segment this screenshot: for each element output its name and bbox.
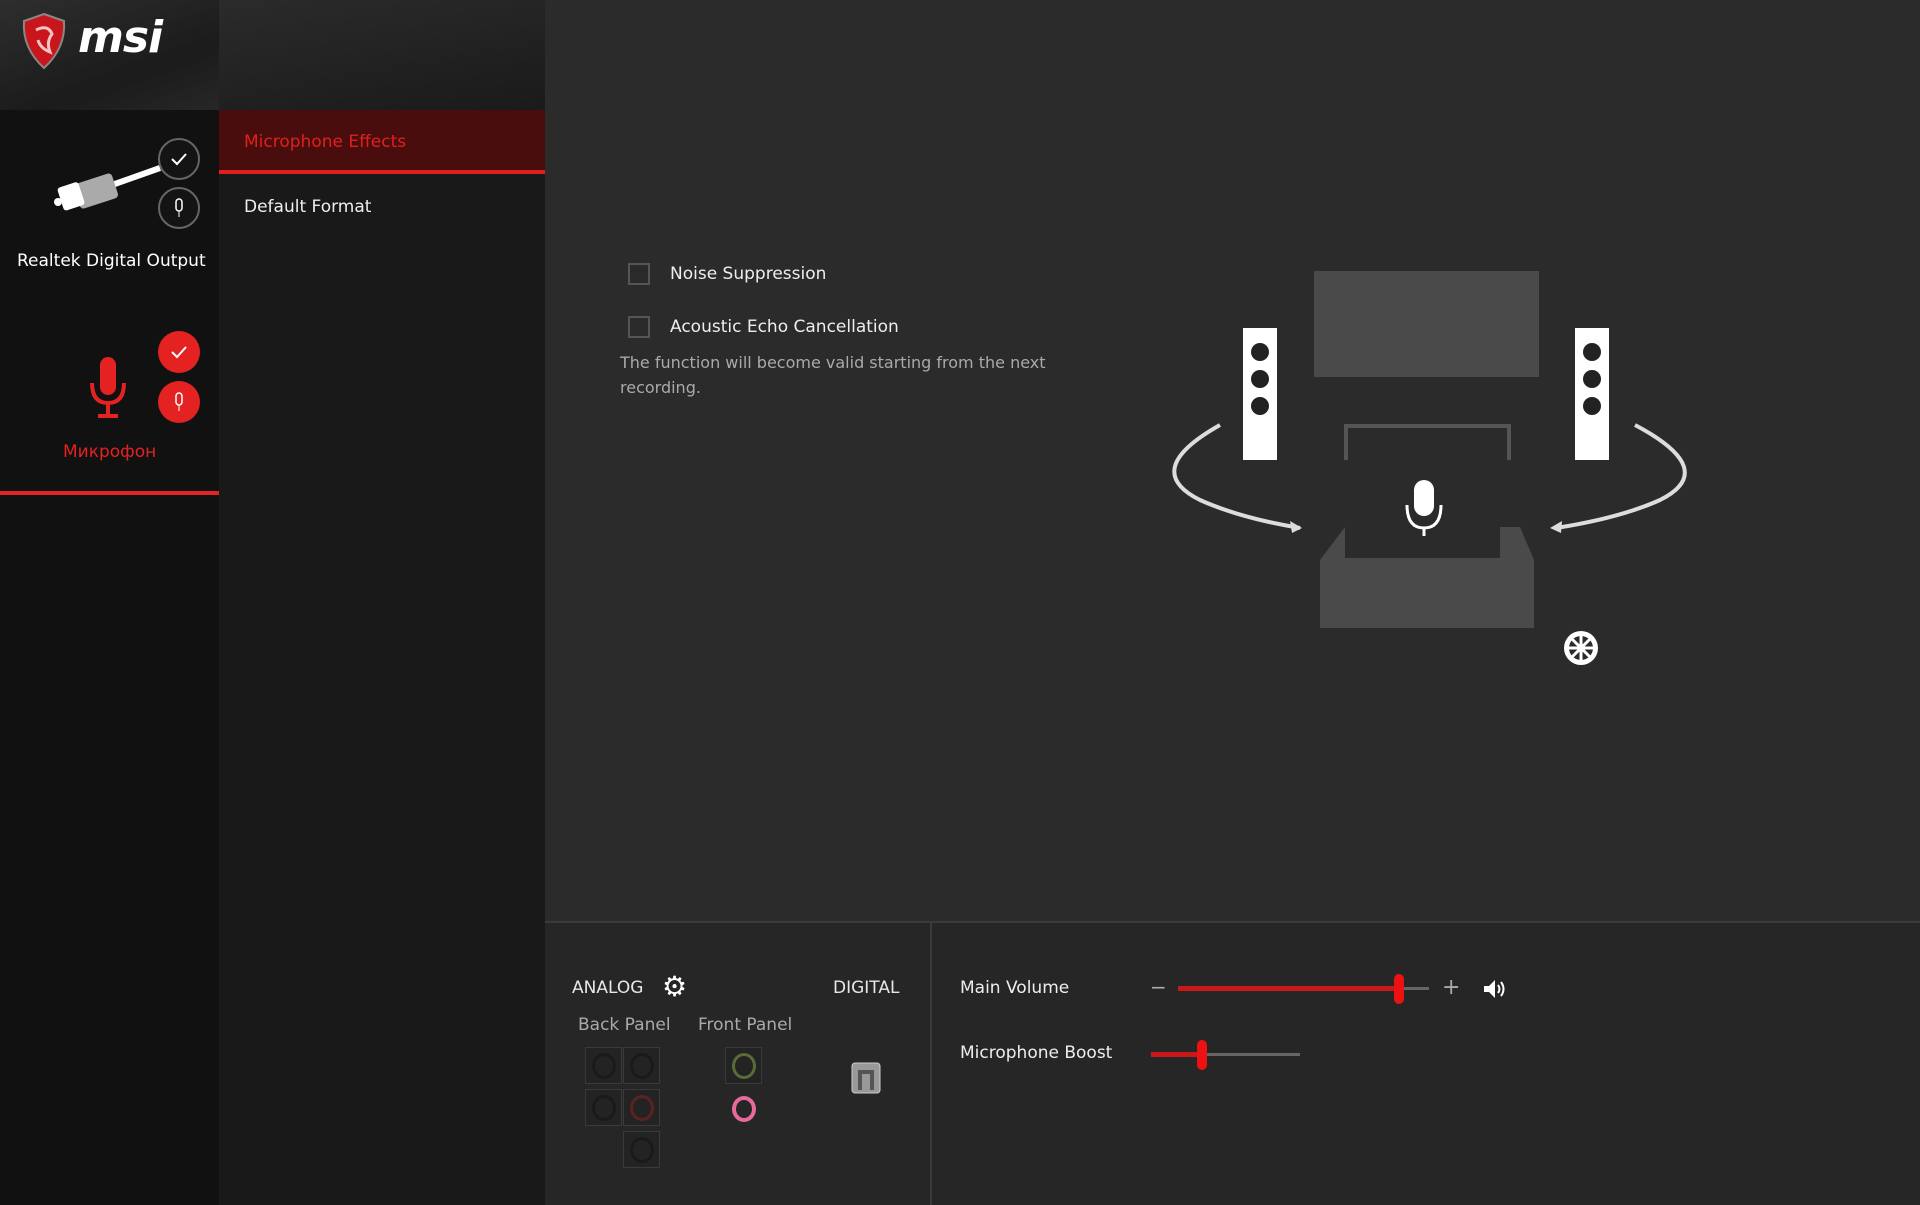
back-jack[interactable] — [623, 1047, 660, 1084]
main-volume-label: Main Volume — [960, 978, 1070, 998]
back-jack[interactable] — [623, 1131, 660, 1168]
microphone-boost-label: Microphone Boost — [960, 1043, 1113, 1063]
msi-wordmark: msi — [78, 12, 163, 63]
msi-logo: msi — [20, 12, 163, 74]
echo-cancellation-label: Acoustic Echo Cancellation — [670, 317, 899, 337]
microphone-boost-slider[interactable] — [1151, 1040, 1300, 1070]
device-realtek-digital-output[interactable]: Realtek Digital Output — [0, 130, 219, 280]
desk-shape — [1320, 527, 1534, 628]
front-panel-label: Front Panel — [698, 1015, 793, 1035]
fan-icon — [1564, 631, 1598, 665]
device-microphone[interactable]: Микрофон — [0, 325, 219, 495]
speaker-mute-icon[interactable] — [1482, 978, 1508, 1000]
default-device-check-icon[interactable] — [158, 331, 200, 373]
back-jack[interactable] — [585, 1089, 622, 1126]
front-jack-mic[interactable] — [725, 1090, 762, 1127]
device-label: Realtek Digital Output — [17, 251, 206, 271]
volume-decrease-button[interactable]: − — [1150, 975, 1167, 999]
digital-label: DIGITAL — [833, 978, 900, 998]
volume-increase-button[interactable]: + — [1442, 975, 1460, 1000]
echo-cancellation-illustration — [1172, 271, 1687, 665]
effects-note: The function will become valid starting … — [620, 353, 1046, 397]
left-arrow — [1172, 423, 1301, 530]
digital-cable-icon — [54, 165, 162, 211]
back-jack-mic[interactable] — [623, 1089, 660, 1126]
submenu-item-microphone-effects[interactable]: Microphone Effects — [219, 110, 545, 174]
bottom-divider — [930, 921, 932, 1205]
back-jack[interactable] — [585, 1047, 622, 1084]
main-volume-slider[interactable] — [1178, 974, 1429, 1004]
digital-optical-port-icon[interactable] — [851, 1062, 881, 1094]
monitor-shape — [1314, 271, 1539, 377]
default-communication-mic-icon[interactable] — [158, 381, 200, 423]
msi-shield-icon — [22, 12, 66, 70]
front-jack-headphone[interactable] — [725, 1047, 762, 1084]
device-label: Микрофон — [63, 442, 157, 462]
microphone-icon — [90, 357, 126, 418]
submenu-item-default-format[interactable]: Default Format — [219, 175, 545, 239]
noise-suppression-label: Noise Suppression — [670, 264, 827, 284]
set-default-check-icon[interactable] — [158, 138, 200, 180]
set-default-mic-icon[interactable] — [158, 187, 200, 229]
noise-suppression-checkbox[interactable] — [628, 263, 650, 285]
analog-settings-gear-icon[interactable]: ⚙ — [662, 970, 687, 1003]
back-panel-label: Back Panel — [578, 1015, 671, 1035]
submenu-header — [219, 0, 545, 110]
echo-cancellation-checkbox[interactable] — [628, 316, 650, 338]
analog-label: ANALOG — [572, 978, 644, 998]
microphone-icon — [1405, 480, 1443, 536]
